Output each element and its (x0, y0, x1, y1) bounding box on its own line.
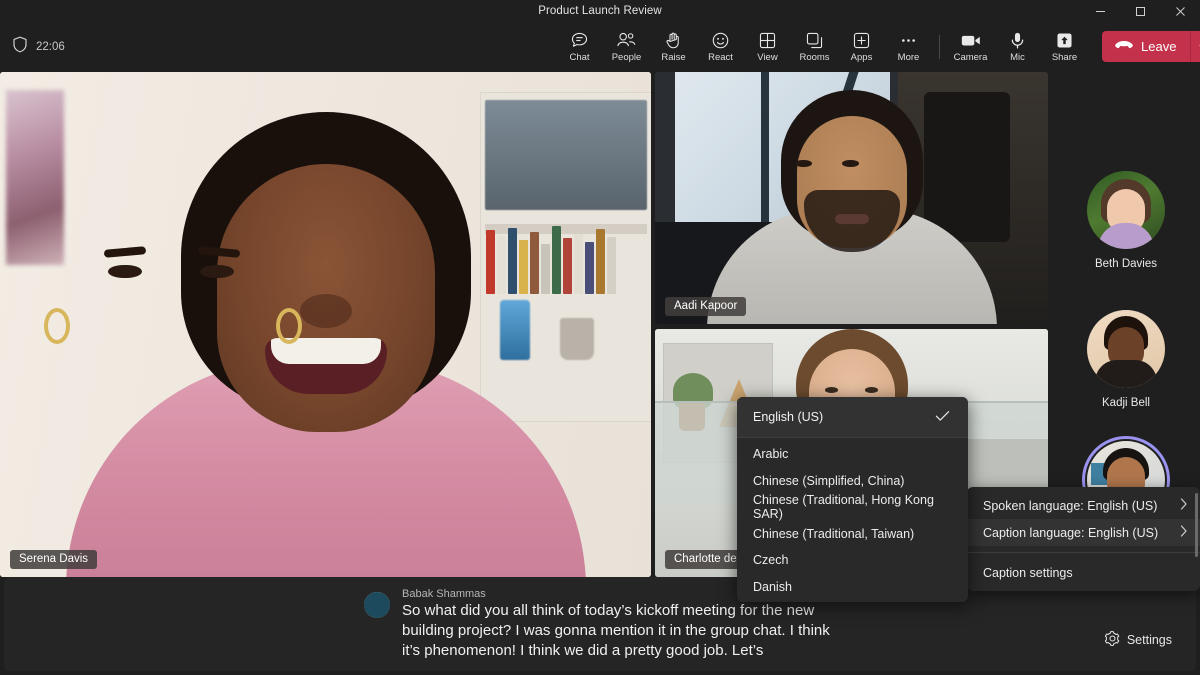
react-label: React (708, 52, 733, 63)
camera-button[interactable]: Camera (947, 24, 994, 70)
tile-name-label: Serena Davis (10, 550, 97, 569)
menu-item-label: Caption language: English (US) (983, 526, 1158, 540)
language-label: Czech (753, 553, 788, 567)
view-label: View (757, 52, 777, 63)
language-option-selected[interactable]: English (US) (737, 397, 968, 438)
roster-name: Kadji Bell (1102, 397, 1150, 409)
menu-item-caption-settings[interactable]: Caption settings (967, 559, 1200, 586)
teams-meeting-window: Product Launch Review 22:06 (0, 0, 1200, 675)
share-screen-icon (1055, 31, 1074, 50)
share-button[interactable]: Share (1041, 24, 1088, 70)
breakout-rooms-icon (805, 31, 824, 50)
live-captions-bar: Babak Shammas So what did you all think … (4, 577, 1196, 671)
language-option[interactable]: Chinese (Traditional, Hong Kong SAR) (737, 494, 968, 521)
people-icon (616, 31, 637, 50)
avatar (364, 592, 390, 618)
caption-text: So what did you all think of today’s kic… (402, 601, 834, 661)
view-button[interactable]: View (744, 24, 791, 70)
menu-divider (967, 552, 1200, 553)
caption-language-flyout: English (US) Arabic Chinese (Simplified,… (737, 397, 968, 602)
gear-icon (1105, 631, 1120, 649)
language-option[interactable]: Danish (737, 574, 968, 601)
meeting-security-group: 22:06 (12, 22, 65, 71)
participant-video-aadi (655, 72, 1048, 324)
apps-label: Apps (851, 52, 873, 63)
hangup-phone-icon (1114, 39, 1134, 55)
leave-options-button[interactable] (1190, 31, 1200, 62)
caption-settings-button[interactable]: Settings (1099, 627, 1178, 653)
toolbar-items: Chat People Raise React (556, 22, 1200, 71)
language-label: English (US) (753, 410, 823, 424)
roster-name: Beth Davies (1095, 258, 1157, 270)
language-option-list: Arabic Chinese (Simplified, China) Chine… (737, 438, 968, 600)
apps-button[interactable]: Apps (838, 24, 885, 70)
apps-plus-icon (852, 31, 871, 50)
language-option[interactable]: Chinese (Traditional, Taiwan) (737, 521, 968, 548)
mic-label: Mic (1010, 52, 1025, 63)
language-option[interactable]: Chinese (Simplified, China) (737, 468, 968, 495)
meeting-toolbar: 22:06 Chat People Raise (0, 22, 1200, 71)
view-grid-icon (758, 31, 777, 50)
language-label: Danish (753, 580, 792, 594)
more-button[interactable]: More (885, 24, 932, 70)
language-label: Arabic (753, 447, 788, 461)
raise-hand-button[interactable]: Raise (650, 24, 697, 70)
more-label: More (898, 52, 920, 63)
menu-item-caption-language[interactable]: Caption language: English (US) (967, 519, 1200, 546)
meeting-timer: 22:06 (36, 41, 65, 53)
close-button[interactable] (1160, 0, 1200, 22)
caption-settings-label: Settings (1127, 633, 1172, 647)
react-smiley-icon (711, 31, 730, 50)
more-ellipsis-icon (899, 31, 918, 50)
avatar (1087, 310, 1165, 388)
rooms-button[interactable]: Rooms (791, 24, 838, 70)
roster-item-kadji-bell[interactable]: Kadji Bell (1052, 310, 1200, 409)
menu-item-label: Spoken language: English (US) (983, 499, 1157, 513)
share-label: Share (1052, 52, 1077, 63)
tile-name-label: Aadi Kapoor (665, 297, 746, 316)
video-tile-serena-davis[interactable]: Serena Davis (0, 72, 651, 577)
people-label: People (612, 52, 642, 63)
leave-group: Leave (1102, 31, 1200, 62)
checkmark-icon (935, 410, 950, 425)
participant-video-serena (0, 72, 651, 577)
roster-item-beth-davies[interactable]: Beth Davies (1052, 171, 1200, 270)
maximize-button[interactable] (1120, 0, 1160, 22)
microphone-icon (1008, 31, 1027, 50)
language-label: Chinese (Traditional, Hong Kong SAR) (753, 493, 952, 521)
camera-icon (960, 31, 982, 50)
window-controls (1080, 0, 1200, 22)
language-label: Chinese (Simplified, China) (753, 474, 904, 488)
video-tile-aadi-kapoor[interactable]: Aadi Kapoor (655, 72, 1048, 324)
menu-item-label: Caption settings (983, 566, 1073, 580)
leave-label: Leave (1141, 39, 1176, 54)
rooms-label: Rooms (799, 52, 829, 63)
leave-button[interactable]: Leave (1102, 31, 1190, 62)
chat-icon (570, 31, 589, 50)
chat-label: Chat (569, 52, 589, 63)
caption-context-menu: Spoken language: English (US) Caption la… (967, 487, 1200, 591)
chevron-right-icon (1180, 498, 1188, 513)
minimize-button[interactable] (1080, 0, 1120, 22)
chat-button[interactable]: Chat (556, 24, 603, 70)
language-label: Chinese (Traditional, Taiwan) (753, 527, 914, 541)
react-button[interactable]: React (697, 24, 744, 70)
menu-item-spoken-language[interactable]: Spoken language: English (US) (967, 492, 1200, 519)
avatar (1087, 171, 1165, 249)
camera-label: Camera (954, 52, 988, 63)
raise-hand-icon (664, 31, 683, 50)
language-option[interactable]: Arabic (737, 441, 968, 468)
language-option[interactable]: Czech (737, 547, 968, 574)
people-button[interactable]: People (603, 24, 650, 70)
mic-button[interactable]: Mic (994, 24, 1041, 70)
title-bar: Product Launch Review (0, 0, 1200, 22)
meeting-title: Product Launch Review (538, 5, 662, 17)
shield-icon (12, 36, 28, 58)
toolbar-divider (939, 35, 940, 59)
menu-scrollbar[interactable] (1195, 493, 1198, 557)
chevron-right-icon (1180, 525, 1188, 540)
raise-label: Raise (661, 52, 685, 63)
